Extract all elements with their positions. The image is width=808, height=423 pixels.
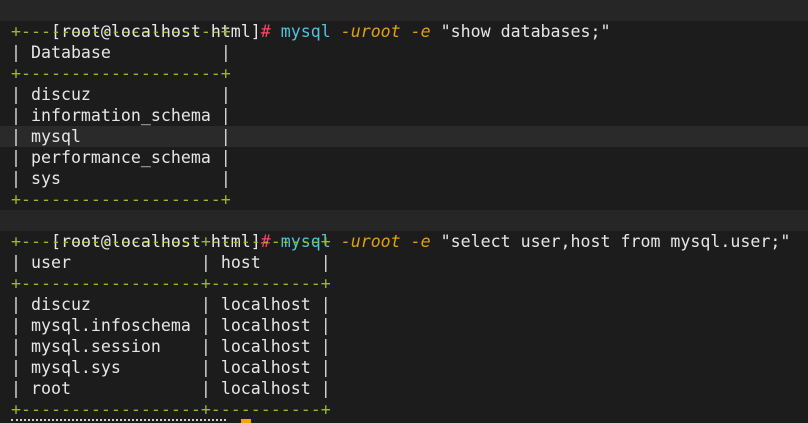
table-cell: root bbox=[30, 379, 71, 398]
command-argument: "show databases;" bbox=[440, 22, 611, 41]
table-cell: discuz bbox=[30, 85, 91, 104]
table-row: | mysql | bbox=[11, 127, 231, 146]
command-option-user: -uroot bbox=[340, 232, 401, 251]
terminal-cursor[interactable] bbox=[241, 419, 251, 423]
table-cell: performance_schema bbox=[30, 148, 211, 167]
table-border-bottom: +--------------------+ bbox=[11, 190, 231, 209]
table-border-top: +--------------------+ bbox=[11, 22, 231, 41]
terminal-window[interactable]: [root@localhost html]# mysql -uroot -e "… bbox=[0, 0, 808, 423]
table-header-user: user bbox=[30, 253, 71, 272]
table-row: | mysql.sys | localhost | bbox=[11, 358, 331, 377]
table-row: | sys | bbox=[11, 169, 231, 188]
command-option-exec: -e bbox=[410, 22, 431, 41]
table-border-middle: +--------------------+ bbox=[11, 64, 231, 83]
table-border-middle: +------------------+-----------+ bbox=[11, 274, 331, 293]
table-cell: localhost bbox=[220, 295, 311, 314]
prompt-hash: # bbox=[260, 22, 271, 41]
table-row: | discuz | bbox=[11, 85, 231, 104]
table-cell: localhost bbox=[220, 337, 311, 356]
table-header-row: | Database | bbox=[11, 43, 231, 62]
command-option-user: -uroot bbox=[340, 22, 401, 41]
table-cell: information_schema bbox=[30, 106, 211, 125]
table-cell: localhost bbox=[220, 358, 311, 377]
table-border-bottom: +------------------+-----------+ bbox=[11, 400, 331, 419]
command-program: mysql bbox=[280, 22, 331, 41]
table-row: | mysql.infoschema | localhost | bbox=[11, 316, 331, 335]
table-cell: mysql.infoschema bbox=[30, 316, 191, 335]
table-header-host: host bbox=[220, 253, 261, 272]
table-header-row: | user | host | bbox=[11, 253, 331, 272]
table-row: | root | localhost | bbox=[11, 379, 331, 398]
table-header-database: Database bbox=[30, 43, 111, 62]
table-row: | discuz | localhost | bbox=[11, 295, 331, 314]
table-cell: discuz bbox=[30, 295, 91, 314]
table-cell: localhost bbox=[220, 379, 311, 398]
command-argument: "select user,host from mysql.user;" bbox=[440, 232, 791, 251]
table-row: | information_schema | bbox=[11, 106, 231, 125]
command-option-exec: -e bbox=[410, 232, 431, 251]
table-row: | performance_schema | bbox=[11, 148, 231, 167]
table-cell: localhost bbox=[220, 316, 311, 335]
table-cell: mysql.session bbox=[30, 337, 161, 356]
table-cell: sys bbox=[30, 169, 61, 188]
table-row: | mysql.session | localhost | bbox=[11, 337, 331, 356]
next-prompt-partial bbox=[11, 419, 226, 423]
table-cell: mysql.sys bbox=[30, 358, 121, 377]
command-line-1: [root@localhost html]# mysql -uroot -e "… bbox=[11, 0, 611, 41]
command-line-2: [root@localhost html]# mysql -uroot -e "… bbox=[11, 210, 790, 251]
table-border-top: +------------------+-----------+ bbox=[11, 232, 331, 251]
table-cell: mysql bbox=[30, 127, 81, 146]
